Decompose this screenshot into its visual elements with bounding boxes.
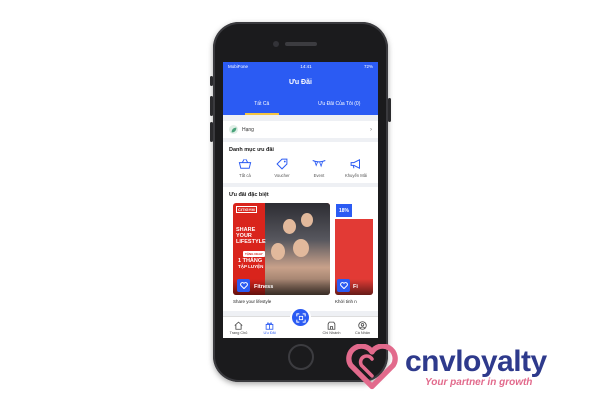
mute-switch: [210, 76, 213, 86]
bunting-icon: [312, 160, 326, 168]
battery-level: 72%: [363, 64, 373, 69]
nav-profile[interactable]: Cá Nhân: [347, 317, 378, 338]
basket-icon: [238, 158, 252, 169]
person-face: [301, 213, 313, 227]
logo-name: cnvloyalty: [405, 344, 547, 378]
status-bar: MobiFone 14:41 72%: [223, 62, 378, 71]
clock: 14:41: [300, 64, 312, 69]
heart-logo-icon: [237, 279, 250, 292]
deal-offer-line2: TẬP LUYỆN: [238, 264, 264, 269]
deal-category: Fi: [353, 284, 358, 290]
tab-all[interactable]: Tất Cả: [223, 93, 301, 115]
deal-card-second[interactable]: 18% Fi: [335, 203, 373, 295]
deal-brand: CITIGYM: [236, 206, 257, 213]
gift-icon: [265, 321, 274, 330]
rank-row[interactable]: Hạng ›: [223, 121, 378, 138]
logo-tagline: Your partner in growth: [425, 376, 533, 388]
volume-down-button: [210, 122, 213, 142]
nav-branches[interactable]: Chi Nhánh: [316, 317, 347, 338]
special-deals-section: Ưu đãi đặc biệt CITIGYM SHARE YOUR LIFES…: [223, 187, 378, 311]
phone-frame: MobiFone 14:41 72% Ưu Đãi Tất Cả Ưu Đãi …: [210, 22, 391, 382]
category-title: Danh mục ưu đãi: [229, 147, 274, 153]
category-label: Khuyến Mãi: [344, 173, 368, 178]
tab-bar: Tất Cả Ưu Đãi Của Tôi (0): [223, 93, 378, 115]
nav-label: Chi Nhánh: [322, 330, 341, 335]
category-event[interactable]: Event: [303, 158, 335, 178]
deal-badge: TẶNG NGAY: [243, 251, 265, 257]
home-button[interactable]: [288, 344, 314, 370]
carrier-label: MobiFone: [228, 64, 249, 69]
stage: MobiFone 14:41 72% Ưu Đãi Tất Cả Ưu Đãi …: [0, 0, 600, 400]
person-face: [283, 219, 296, 234]
category-promotion[interactable]: Khuyến Mãi: [340, 158, 372, 178]
rank-leaf-icon: [229, 125, 238, 134]
deal-headline: SHARE YOUR LIFESTYLE: [236, 227, 266, 245]
home-icon: [234, 321, 243, 330]
nav-offers[interactable]: Ưu Đãi: [254, 317, 285, 338]
power-button: [388, 98, 391, 122]
store-icon: [327, 321, 336, 330]
rank-label: Hạng: [242, 126, 254, 133]
tab-my-offers[interactable]: Ưu Đãi Của Tôi (0): [301, 93, 379, 115]
app-screen: MobiFone 14:41 72% Ưu Đãi Tất Cả Ưu Đãi …: [223, 62, 378, 338]
category-voucher[interactable]: Voucher: [266, 158, 298, 178]
deal-card-fitness[interactable]: CITIGYM SHARE YOUR LIFESTYLE TẶNG NGAY 1…: [233, 203, 330, 295]
category-all[interactable]: Tất cả: [229, 158, 261, 178]
category-label: Event: [313, 173, 325, 178]
deal-category: Fitness: [254, 284, 274, 290]
heart-logo-icon: [337, 279, 350, 292]
chevron-right-icon: ›: [370, 126, 372, 133]
megaphone-icon: [350, 159, 360, 169]
nav-home[interactable]: Trang Chủ: [223, 317, 254, 338]
nav-label: Cá Nhân: [355, 330, 370, 335]
scan-qr-button[interactable]: [290, 307, 311, 328]
nav-label: Ưu Đãi: [263, 330, 276, 335]
category-label: Voucher: [274, 173, 290, 178]
deal-caption: Khởi tinh n: [335, 299, 357, 304]
front-camera: [273, 41, 279, 47]
deals-title: Ưu đãi đặc biệt: [229, 192, 269, 198]
deal-offer: 1 THÁNG TẬP LUYỆN: [238, 258, 263, 270]
earpiece-speaker: [285, 42, 317, 46]
heart-logo-icon: [346, 344, 398, 390]
person-face: [293, 239, 309, 257]
volume-up-button: [210, 96, 213, 116]
tag-icon: [276, 158, 288, 170]
scan-icon: [295, 312, 306, 323]
category-label: Tất cả: [239, 173, 251, 178]
deal-caption: Share your lifestyle: [233, 299, 272, 304]
user-icon: [358, 320, 367, 330]
page-title: Ưu Đãi: [223, 71, 378, 93]
discount-badge: 18%: [336, 204, 352, 217]
category-section: Danh mục ưu đãi Tất cả Voucher Event Khu…: [223, 142, 378, 183]
nav-label: Trang Chủ: [229, 330, 248, 335]
person-face: [271, 243, 285, 260]
brand-logo: cnvloyalty Your partner in growth: [345, 344, 547, 390]
